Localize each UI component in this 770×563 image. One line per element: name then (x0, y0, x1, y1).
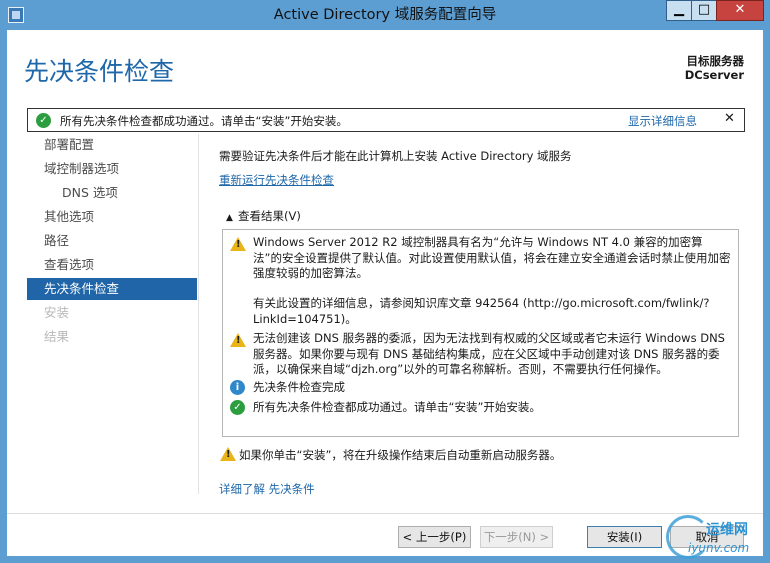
nav-item-deployment[interactable]: 部署配置 (27, 134, 197, 156)
target-server-label: 目标服务器 (686, 54, 745, 68)
view-results-label: 查看结果(V) (238, 209, 301, 223)
success-icon: ✓ (36, 113, 51, 128)
success-icon: ✓ (230, 400, 245, 415)
nav-item-installation: 安装 (44, 305, 70, 320)
warning-icon (230, 333, 246, 347)
view-results-toggle[interactable]: ▲ 查看结果(V) (226, 208, 301, 224)
nav-divider (198, 134, 199, 494)
window-frame-left (0, 30, 7, 563)
result-message: 先决条件检查完成 (253, 380, 345, 394)
nav-item-paths[interactable]: 路径 (27, 230, 197, 252)
learn-more-link[interactable]: 详细了解 先决条件 (219, 481, 315, 497)
nav-item-prerequisites[interactable]: 先决条件检查 (27, 278, 197, 300)
result-message: Windows Server 2012 R2 域控制器具有名为“允许与 Wind… (253, 235, 731, 280)
rerun-prereq-link[interactable]: 重新运行先决条件检查 (219, 172, 334, 188)
window-frame-bottom (0, 556, 770, 563)
result-message: 有关此设置的详细信息，请参阅知识库文章 942564 (http://go.mi… (253, 296, 710, 326)
warning-icon (220, 447, 236, 461)
result-message: 所有先决条件检查都成功通过。请单击“安装”开始安装。 (253, 400, 541, 414)
nav-item-review-options[interactable]: 查看选项 (27, 254, 197, 276)
install-button[interactable]: 安装(I) (587, 526, 662, 548)
intro-text: 需要验证先决条件后才能在此计算机上安装 Active Directory 域服务 (219, 149, 572, 163)
show-details-link[interactable]: 显示详细信息 (628, 113, 697, 129)
nav-item-results: 结果 (44, 329, 70, 344)
watermark-text: 运维网 (706, 522, 748, 538)
chevron-up-icon: ▲ (226, 213, 233, 223)
nav-item-dns-options[interactable]: DNS 选项 (27, 182, 197, 204)
result-message: 无法创建该 DNS 服务器的委派，因为无法找到有权威的父区域或者它未运行 Win… (253, 331, 725, 376)
notification-bar: ✓ 所有先决条件检查都成功通过。请单击“安装”开始安装。 显示详细信息 ✕ (27, 108, 745, 132)
next-button: 下一步(N) > (480, 526, 553, 548)
nav-item-other-options[interactable]: 其他选项 (27, 206, 197, 228)
maximize-button[interactable]: □ (691, 0, 717, 21)
window-frame-right (763, 30, 770, 563)
info-icon: i (230, 380, 245, 395)
close-window-button[interactable]: ✕ (716, 0, 764, 21)
target-server-name: DCserver (684, 68, 744, 82)
footer-divider (7, 513, 763, 514)
watermark-logo: 运维网 iyunv.com (666, 513, 766, 561)
notification-close-icon[interactable]: ✕ (724, 111, 735, 126)
restart-note: 如果你单击“安装”，将在升级操作结束后自动重新启动服务器。 (239, 448, 562, 462)
nav-item-dc-options[interactable]: 域控制器选项 (27, 158, 197, 180)
watermark-url: iyunv.com (688, 541, 750, 555)
notification-text: 所有先决条件检查都成功通过。请单击“安装”开始安装。 (60, 114, 348, 128)
title-bar[interactable]: Active Directory 域服务配置向导 ▁ □ ✕ (0, 0, 770, 30)
wizard-window: Active Directory 域服务配置向导 ▁ □ ✕ 先决条件检查 目标… (0, 0, 770, 563)
results-panel[interactable]: Windows Server 2012 R2 域控制器具有名为“允许与 Wind… (222, 229, 739, 437)
warning-icon (230, 237, 246, 251)
page-title: 先决条件检查 (24, 57, 175, 86)
window-title: Active Directory 域服务配置向导 (273, 7, 497, 23)
previous-button[interactable]: < 上一步(P) (398, 526, 471, 548)
minimize-button[interactable]: ▁ (666, 0, 692, 21)
